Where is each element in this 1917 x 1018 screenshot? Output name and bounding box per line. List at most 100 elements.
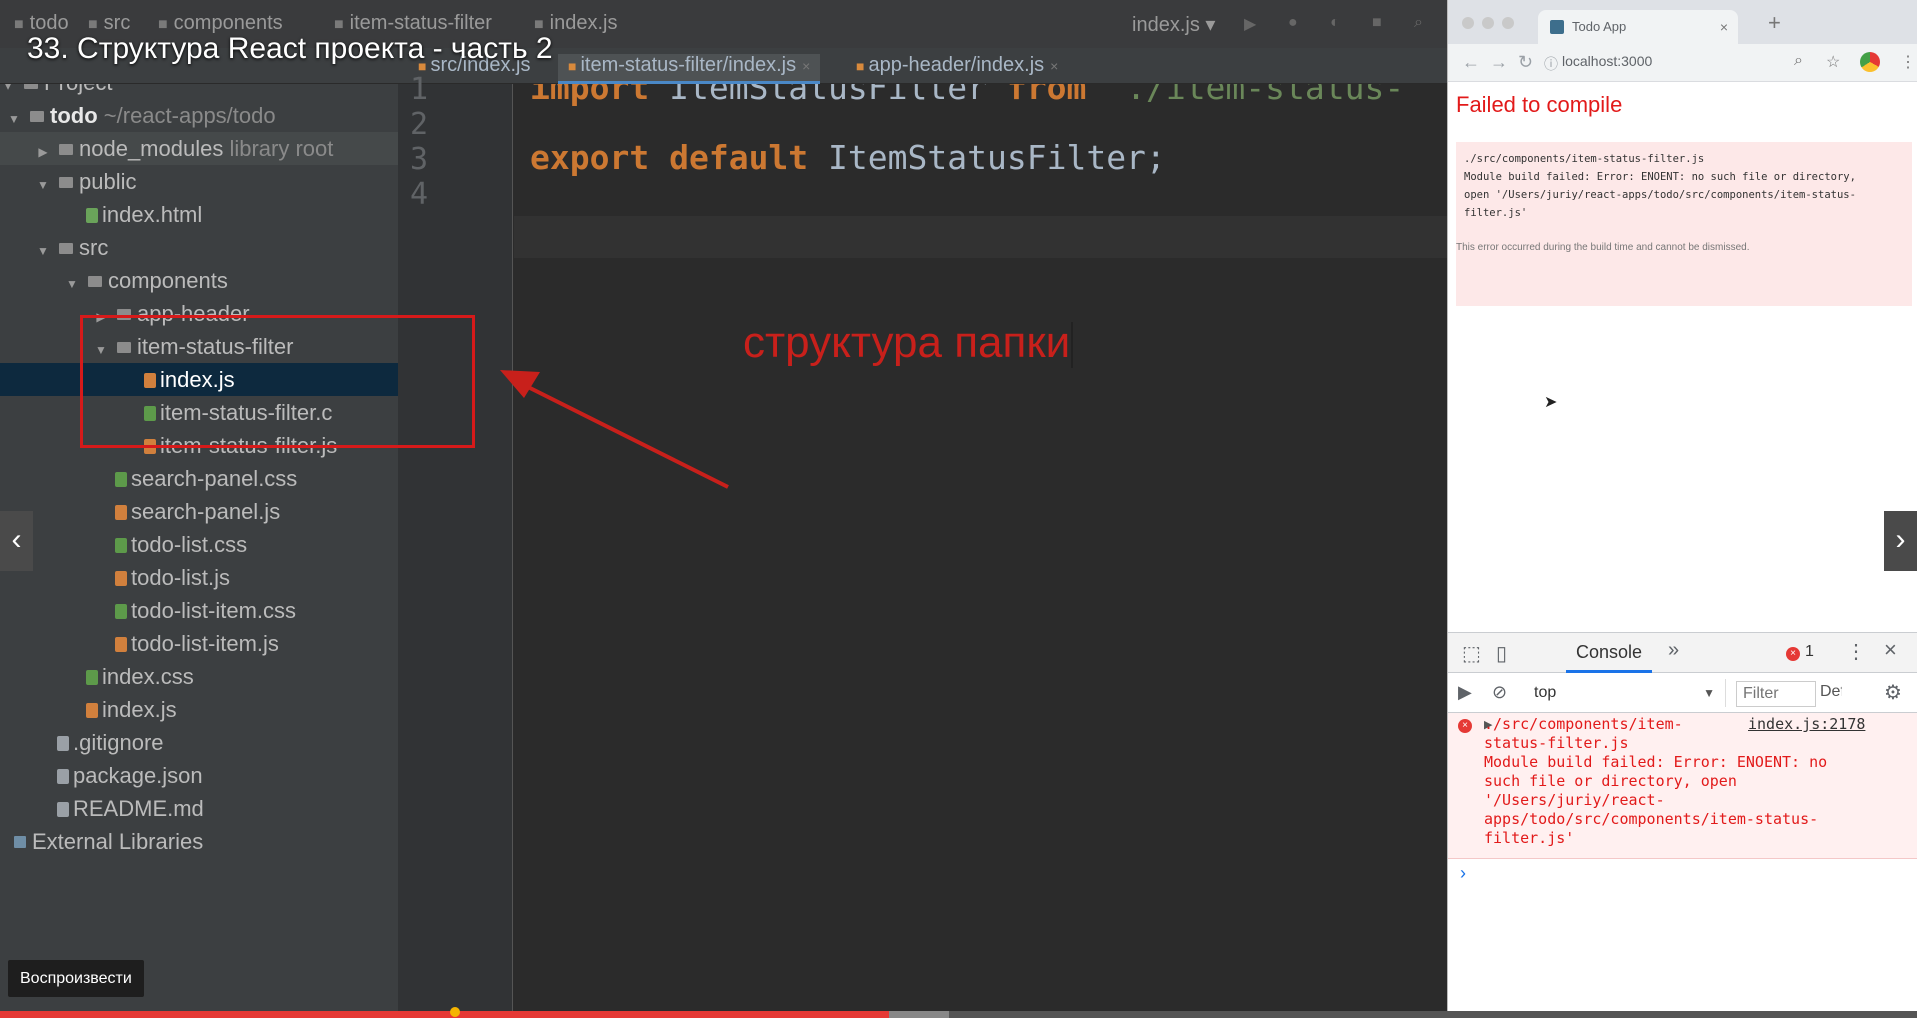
tree-item[interactable]: search-panel.css bbox=[0, 462, 398, 495]
chrome-profile-icon[interactable] bbox=[1860, 52, 1880, 72]
close-icon[interactable]: × bbox=[802, 58, 810, 74]
search-icon[interactable]: ⌕ bbox=[1414, 14, 1432, 32]
tree-item[interactable]: External Libraries bbox=[0, 825, 398, 858]
run-icon[interactable]: ▶ bbox=[1244, 14, 1262, 33]
css-file-icon bbox=[115, 538, 127, 553]
tree-item[interactable]: index.css bbox=[0, 660, 398, 693]
progress-knob[interactable] bbox=[450, 1007, 460, 1017]
tree-item[interactable]: todo-list-item.css bbox=[0, 594, 398, 627]
tree-item-label: package.json bbox=[73, 763, 203, 788]
devtools-menu-icon[interactable]: ⋮ bbox=[1846, 639, 1866, 664]
console-prompt-icon[interactable]: › bbox=[1460, 863, 1466, 884]
folder-icon bbox=[30, 111, 44, 122]
coverage-icon[interactable]: ◐ bbox=[1330, 14, 1348, 32]
clear-console-icon[interactable]: ⊘ bbox=[1492, 682, 1507, 703]
tree-item-label: node_modules bbox=[79, 136, 224, 161]
new-tab-button[interactable]: + bbox=[1768, 10, 1781, 36]
folder-icon bbox=[59, 243, 73, 254]
run-configuration-select[interactable]: index.js ▾ bbox=[1132, 12, 1215, 37]
tree-item-label: README.md bbox=[73, 796, 204, 821]
tree-item[interactable]: package.json bbox=[0, 759, 398, 792]
code-editor[interactable]: import ItemStatusFilter from './item-sta… bbox=[514, 84, 1447, 1018]
tree-item[interactable]: .gitignore bbox=[0, 726, 398, 759]
tree-item[interactable]: index.html bbox=[0, 198, 398, 231]
folder-icon: ■ bbox=[88, 16, 98, 33]
tree-item[interactable]: README.md bbox=[0, 792, 398, 825]
tree-item-label: src bbox=[79, 235, 109, 260]
gear-icon[interactable]: ⚙ bbox=[1884, 680, 1902, 705]
tab-app-header-index[interactable]: ■ app-header/index.js × bbox=[846, 54, 1068, 84]
tree-item[interactable]: index.js bbox=[0, 693, 398, 726]
close-tab-icon[interactable]: × bbox=[1720, 10, 1728, 44]
play-button[interactable]: Воспроизвести bbox=[8, 960, 144, 997]
line-number: 2 bbox=[410, 107, 429, 142]
css-file-icon bbox=[115, 472, 127, 487]
tree-item[interactable]: ▼ components bbox=[0, 264, 398, 297]
debug-icon[interactable]: ● bbox=[1288, 14, 1306, 32]
close-devtools-icon[interactable]: × bbox=[1884, 637, 1897, 663]
project-tool-window: ▾Project ▼todo ~/react-apps/todo▶node_mo… bbox=[0, 84, 398, 1018]
window-close-icon[interactable] bbox=[1462, 17, 1474, 29]
sidebar-toggle-icon[interactable]: ▶ bbox=[1458, 682, 1472, 703]
tree-item[interactable]: ▼ public bbox=[0, 165, 398, 198]
identifier: ItemStatusFilter; bbox=[828, 138, 1166, 177]
menu-kebab-icon[interactable]: ⋮ bbox=[1900, 52, 1916, 72]
keyword-default: default bbox=[669, 138, 809, 177]
window-maximize-icon[interactable] bbox=[1502, 17, 1514, 29]
tree-item[interactable]: todo-list-item.js bbox=[0, 627, 398, 660]
zoom-icon[interactable]: ⌕ bbox=[1794, 52, 1803, 70]
error-title: Failed to compile bbox=[1456, 92, 1623, 117]
tree-item[interactable]: ▼ src bbox=[0, 231, 398, 264]
window-minimize-icon[interactable] bbox=[1482, 17, 1494, 29]
inspect-element-icon[interactable]: ⬚ bbox=[1462, 641, 1481, 666]
previous-video-button[interactable]: ‹ bbox=[0, 511, 33, 571]
stop-icon[interactable]: ■ bbox=[1372, 14, 1390, 32]
browser-tab-strip: Todo App × + bbox=[1448, 0, 1917, 44]
tree-item[interactable]: search-panel.js bbox=[0, 495, 398, 528]
info-icon[interactable]: ⓘ bbox=[1544, 54, 1558, 74]
folder-icon bbox=[88, 276, 102, 287]
js-file-icon bbox=[115, 637, 127, 652]
tab-console[interactable]: Console bbox=[1566, 642, 1653, 673]
close-icon[interactable]: × bbox=[1050, 58, 1058, 74]
tree-item-hint: ~/react-apps/todo bbox=[103, 103, 276, 128]
tree-item[interactable]: todo-list.js bbox=[0, 561, 398, 594]
html-file-icon bbox=[86, 208, 98, 223]
next-video-button[interactable]: › bbox=[1884, 511, 1917, 571]
device-toolbar-icon[interactable]: ▯ bbox=[1496, 641, 1507, 666]
video-title: 33. Структура React проекта - часть 2 bbox=[27, 32, 553, 65]
tree-item[interactable]: ▼ todo ~/react-apps/todo bbox=[0, 99, 398, 132]
css-file-icon bbox=[115, 604, 127, 619]
forward-icon[interactable]: → bbox=[1490, 52, 1508, 73]
project-header[interactable]: ▾Project bbox=[0, 84, 398, 99]
file-icon bbox=[57, 736, 69, 751]
console-source-link[interactable]: index.js:2178 bbox=[1748, 715, 1865, 733]
reload-icon[interactable]: ↻ bbox=[1518, 52, 1533, 73]
error-icon: × bbox=[1786, 647, 1800, 661]
more-tabs-icon[interactable]: » bbox=[1668, 639, 1679, 662]
context-selector[interactable]: top ▼ bbox=[1526, 679, 1726, 707]
address-bar[interactable]: localhost:3000 bbox=[1562, 53, 1652, 69]
string-literal: './item-status- bbox=[1106, 84, 1405, 107]
back-icon[interactable]: ← bbox=[1462, 52, 1480, 73]
log-levels-select[interactable]: Default levels bbox=[1820, 683, 1842, 701]
tab-item-status-filter-index[interactable]: ■ item-status-filter/index.js × bbox=[558, 54, 821, 84]
css-file-icon bbox=[86, 670, 98, 685]
keyword-export: export bbox=[530, 138, 650, 177]
current-line-highlight bbox=[514, 216, 1447, 258]
text-cursor bbox=[1071, 322, 1073, 368]
browser-tab[interactable]: Todo App × bbox=[1538, 10, 1738, 44]
console-filter-input[interactable] bbox=[1736, 681, 1816, 707]
console-error-message[interactable]: × ▶ ./src/components/item- status-filter… bbox=[1448, 713, 1917, 859]
mouse-pointer-icon: ➤ bbox=[1544, 394, 1558, 411]
tree-item[interactable]: todo-list.css bbox=[0, 528, 398, 561]
context-label: top bbox=[1534, 684, 1557, 701]
tree-item[interactable]: ▶ node_modules library root bbox=[0, 132, 398, 165]
favicon-icon bbox=[1550, 20, 1564, 34]
breadcrumb-label: item-status-filter bbox=[349, 12, 492, 34]
tab-label: app-header/index.js bbox=[868, 54, 1045, 76]
annotation-highlight-box bbox=[80, 315, 475, 448]
bookmark-star-icon[interactable]: ☆ bbox=[1826, 52, 1840, 72]
error-count-badge[interactable]: × 1 bbox=[1786, 643, 1814, 661]
video-progress-bar[interactable] bbox=[0, 1007, 1917, 1018]
